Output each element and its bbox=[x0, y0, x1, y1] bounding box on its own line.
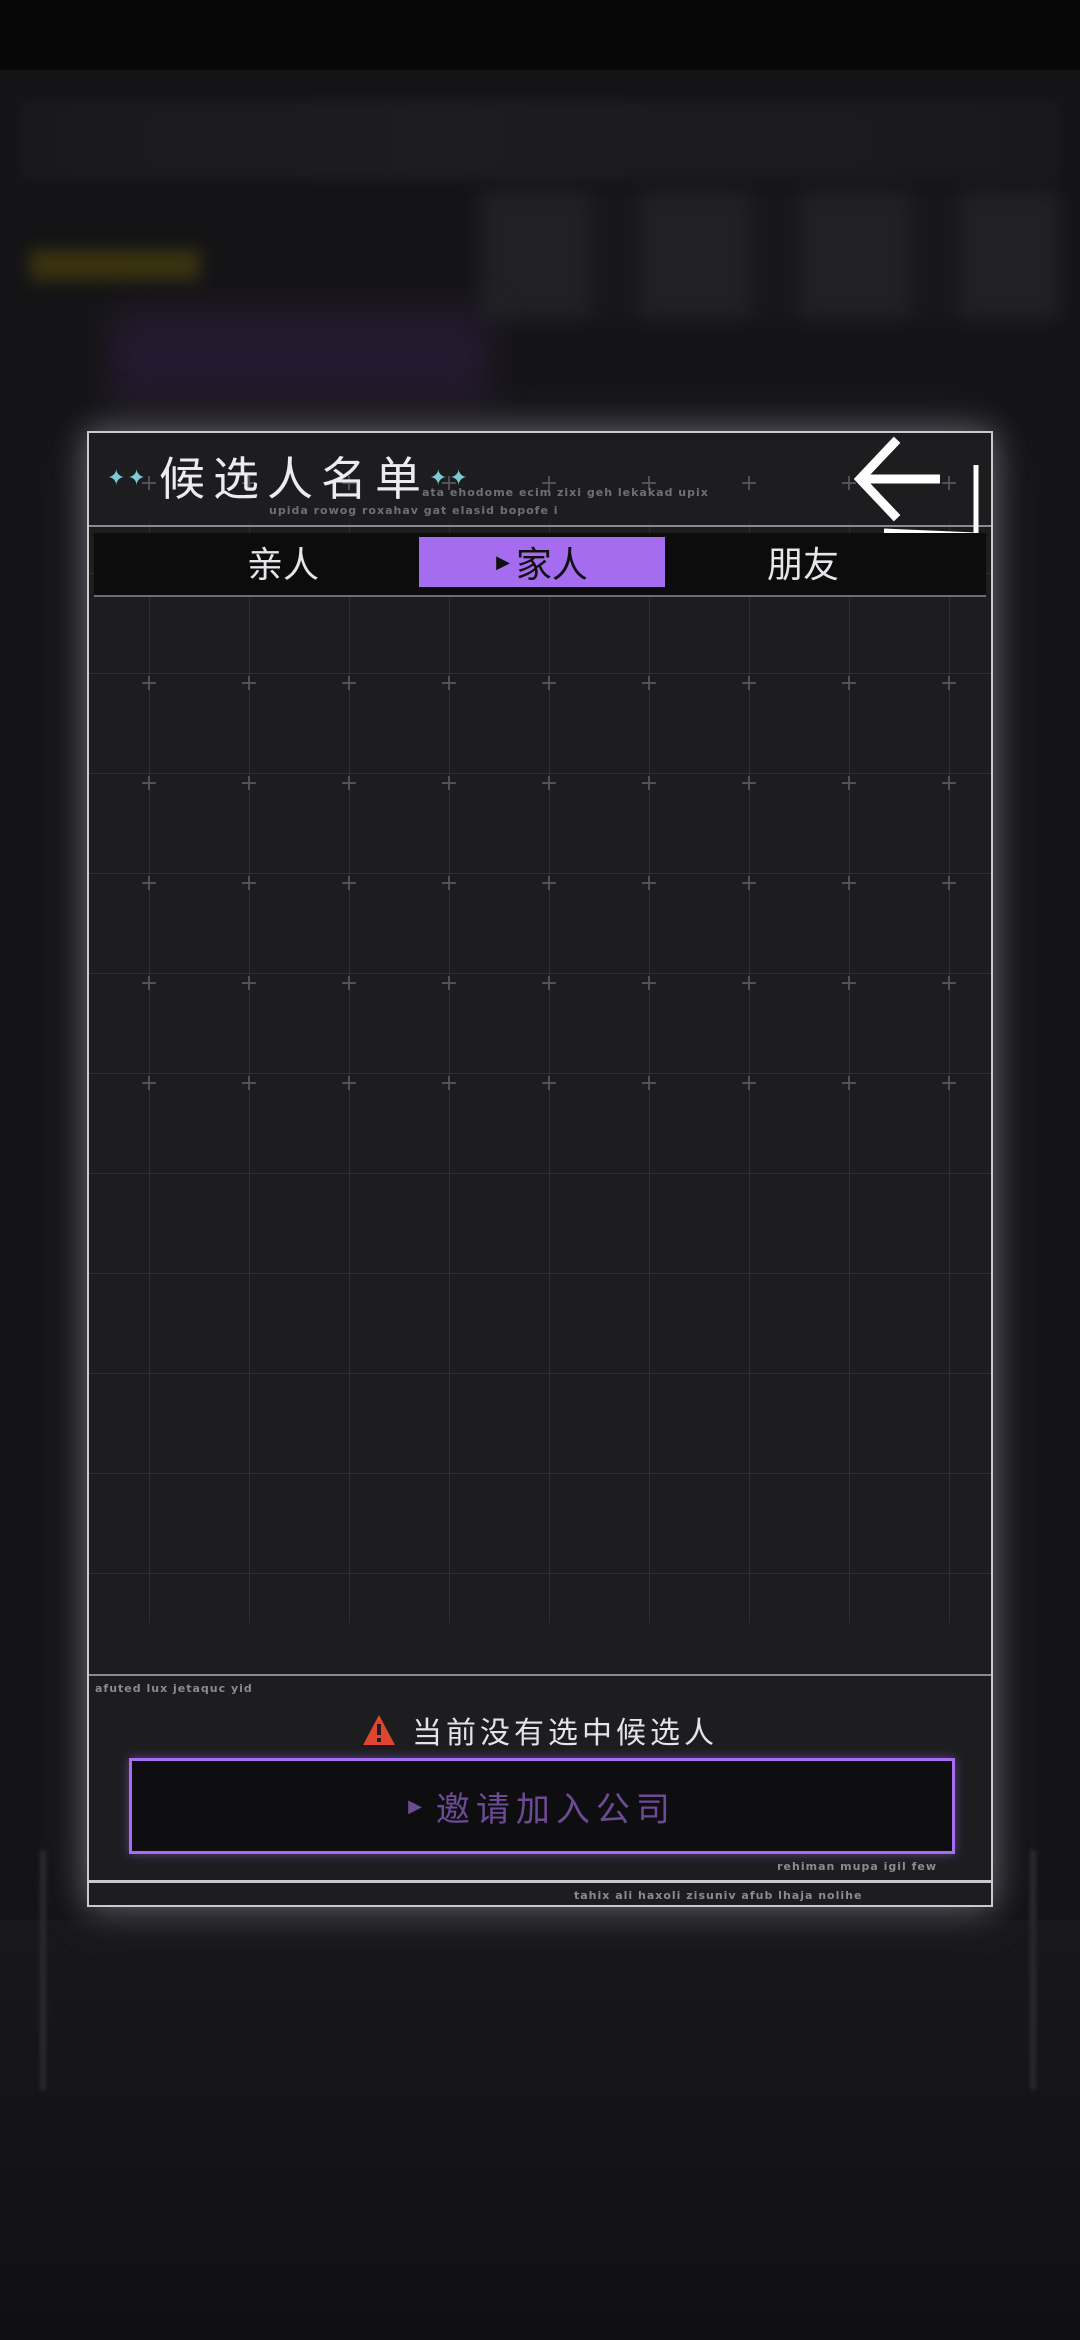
caret-right-icon: ▶ bbox=[408, 1795, 428, 1817]
selection-status: 当前没有选中候选人 bbox=[89, 1705, 991, 1755]
back-arrow-icon bbox=[853, 436, 979, 538]
candidate-tabs: 亲人 ▶ 家人 朋友 bbox=[94, 533, 986, 597]
invite-button-label: 邀请加入公司 bbox=[435, 1789, 676, 1830]
tab-friends[interactable]: 朋友 bbox=[680, 537, 926, 587]
tab-label: 亲人 bbox=[246, 545, 319, 586]
status-text: 当前没有选中候选人 bbox=[412, 1716, 718, 1751]
section-caption: afuted lux jetaquc yid bbox=[95, 1682, 253, 1695]
divider bbox=[89, 1674, 991, 1676]
tab-label: 家人 bbox=[515, 545, 588, 586]
candidate-list[interactable] bbox=[89, 597, 991, 1703]
back-button[interactable] bbox=[853, 435, 979, 538]
title-caption: upida rowog roxahav gat elasid bopofe i bbox=[269, 504, 559, 517]
sparkle-icon: ✦✦ bbox=[107, 466, 148, 491]
candidate-list-dialog: + + + + + + + + + + + + + + + + + + + + + + + + + + + + + + + + + + + + + + + +… bbox=[87, 431, 993, 1907]
warning-icon bbox=[363, 1715, 395, 1745]
title-caption: ata ehodome ecim zixi geh lekakad upix bbox=[422, 486, 709, 499]
caret-right-icon: ▶ bbox=[496, 551, 510, 573]
tab-family[interactable]: ▶ 家人 bbox=[419, 537, 665, 587]
invite-to-company-button[interactable]: ▶ 邀请加入公司 bbox=[129, 1758, 955, 1854]
divider bbox=[89, 1880, 991, 1883]
footer-caption: tahix ali haxoli zisuniv afub lhaja noli… bbox=[574, 1889, 863, 1902]
tab-label: 朋友 bbox=[766, 545, 839, 586]
button-caption: rehiman mupa igil few bbox=[777, 1860, 937, 1873]
tab-relatives[interactable]: 亲人 bbox=[160, 537, 406, 587]
dialog-title: 候选人名单 bbox=[159, 452, 429, 506]
